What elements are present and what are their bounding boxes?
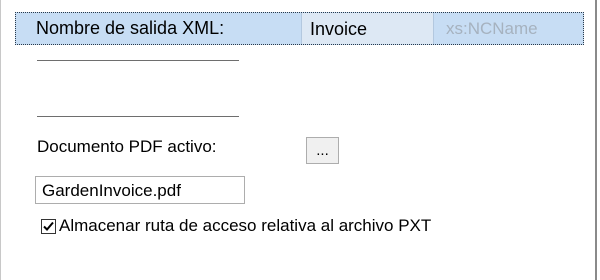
xml-output-name-label: Nombre de salida XML: <box>36 18 225 38</box>
relative-path-label: Almacenar ruta de acceso relativa al arc… <box>59 216 432 235</box>
xml-output-name-row[interactable]: Nombre de salida XML: Invoice xs:NCName <box>15 12 584 45</box>
active-pdf-label: Documento PDF activo: <box>37 137 217 156</box>
browse-pdf-button[interactable]: ... <box>306 137 339 164</box>
separator-line-2 <box>37 116 239 117</box>
xml-output-name-value-text: Invoice <box>310 19 368 39</box>
pdf-file-name: GardenInvoice.pdf <box>42 181 181 200</box>
pdf-file-field[interactable]: GardenInvoice.pdf <box>35 176 245 204</box>
separator-line-1 <box>37 60 239 61</box>
relative-path-checkbox[interactable] <box>41 219 56 234</box>
xml-output-name-value[interactable]: Invoice <box>301 13 434 44</box>
properties-panel: Nombre de salida XML: Invoice xs:NCName … <box>0 0 597 280</box>
checkmark-icon <box>43 221 54 231</box>
xml-output-type: xs:NCName <box>446 19 538 38</box>
